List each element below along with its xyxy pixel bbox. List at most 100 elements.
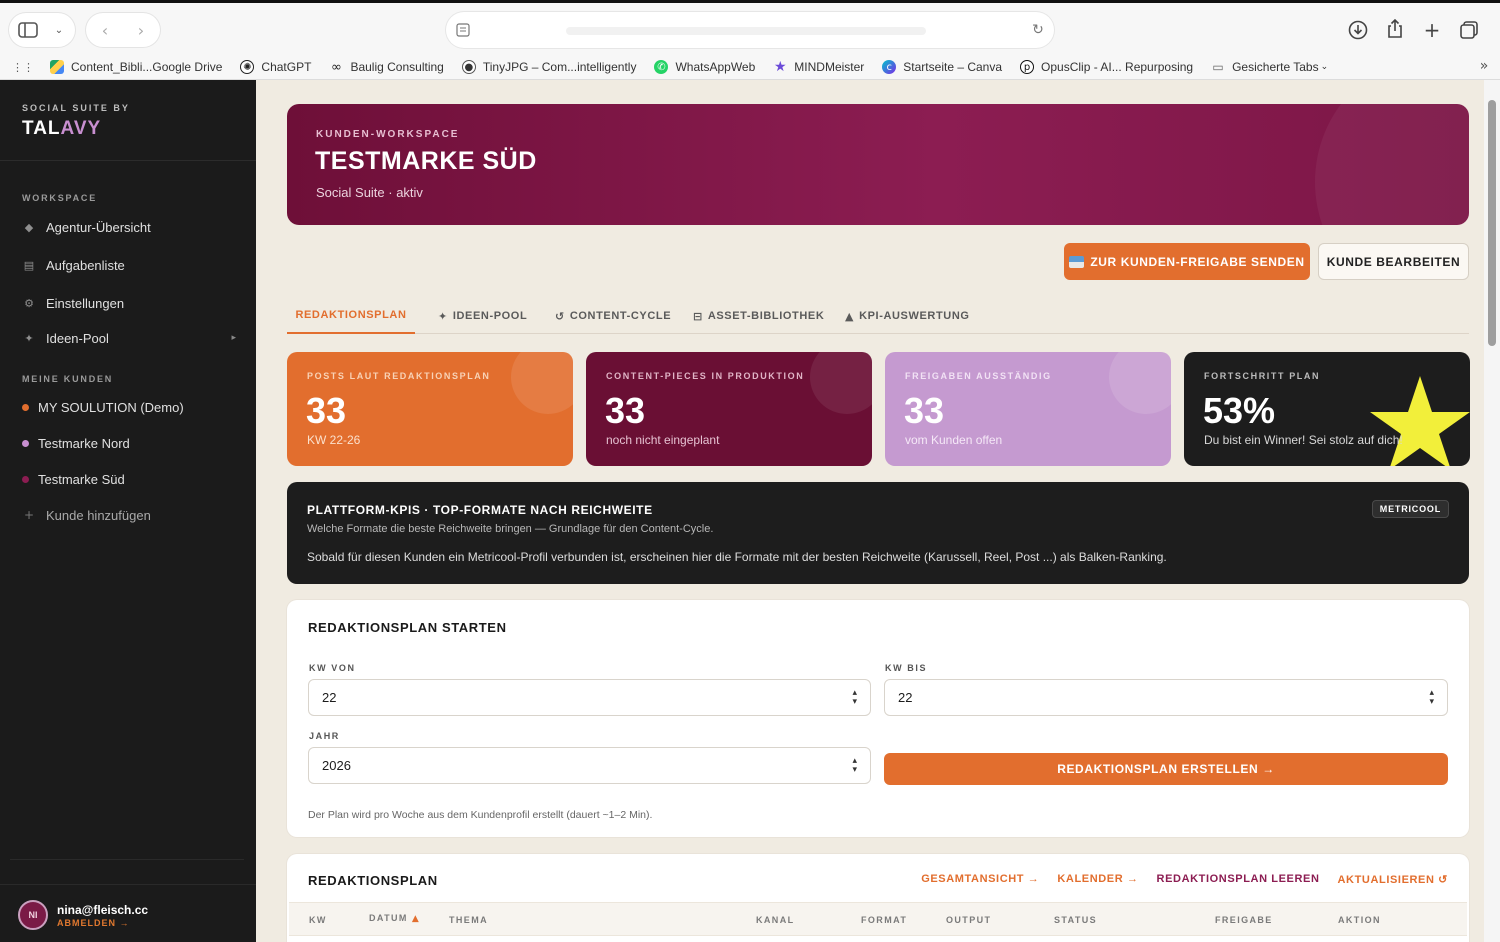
- chevron-down-icon: ⌄: [1320, 62, 1329, 72]
- apps-grid-icon[interactable]: ⋮⋮: [12, 60, 34, 74]
- column-header-approval[interactable]: FREIGABE: [1215, 915, 1273, 925]
- chatgpt-icon: ✺: [240, 60, 255, 74]
- platform-kpis-panel: PLATTFORM-KPIS · TOP-FORMATE NACH REICHW…: [287, 482, 1469, 584]
- sparkle-icon: ✦: [438, 309, 448, 323]
- clipboard-icon: ▤: [23, 258, 35, 272]
- sidebar-item-settings[interactable]: ⚙ Einstellungen: [22, 290, 236, 316]
- back-icon[interactable]: ‹: [95, 20, 115, 40]
- column-header-action[interactable]: AKTION: [1338, 915, 1381, 925]
- tab-label: REDAKTIONSPLAN: [295, 309, 407, 321]
- bookmark-canva[interactable]: c Startseite – Canva: [882, 60, 1002, 74]
- archive-icon: ⊟: [693, 309, 703, 323]
- brand-logo[interactable]: TALAVY: [22, 118, 101, 140]
- column-header-topic[interactable]: THEMA: [449, 915, 488, 925]
- add-client-button[interactable]: + Kunde hinzufügen: [22, 502, 236, 528]
- sidebar-item-client-testmarke-sued[interactable]: Testmarke Süd: [22, 466, 236, 492]
- decorative-circle: [1315, 104, 1469, 225]
- page-menu-icon[interactable]: [454, 21, 472, 39]
- sidebar-item-client-testmarke-nord[interactable]: Testmarke Nord: [22, 430, 236, 456]
- client-hero-banner: KUNDEN-WORKSPACE TESTMARKE SÜD Social Su…: [287, 104, 1469, 225]
- forward-icon[interactable]: ›: [131, 20, 151, 40]
- sidebar-item-label: Testmarke Nord: [38, 435, 130, 451]
- bookmark-label: MINDMeister: [794, 60, 865, 74]
- column-header-channel[interactable]: KANAL: [756, 915, 795, 925]
- sidebar-item-label: Ideen-Pool: [46, 330, 109, 346]
- kpi-value: 33: [306, 390, 347, 431]
- tab-label: IDEEN-POOL: [452, 310, 528, 322]
- logout-link[interactable]: ABMELDEN →: [57, 918, 130, 928]
- bookmark-label: Baulig Consulting: [350, 60, 444, 74]
- column-header-output[interactable]: OUTPUT: [946, 915, 991, 925]
- refresh-link[interactable]: AKTUALISIEREN ↺: [1338, 873, 1449, 886]
- column-header-status[interactable]: STATUS: [1054, 915, 1097, 925]
- bookmark-label: Gesicherte Tabs: [1232, 60, 1319, 74]
- overview-link[interactable]: GESAMTANSICHT →: [921, 873, 1039, 886]
- column-header-kw[interactable]: KW: [309, 915, 327, 925]
- bookmark-label: WhatsAppWeb: [675, 60, 756, 74]
- column-header-format[interactable]: FORMAT: [861, 915, 907, 925]
- decorative-circle: [1109, 352, 1171, 414]
- workspace-tabs: REDAKTIONSPLAN ✦ IDEEN-POOL ↺ CONTENT-CY…: [287, 298, 1469, 334]
- tab-content-cycle[interactable]: ↺ CONTENT-CYCLE: [555, 298, 671, 334]
- stepper-icon[interactable]: ▴ ▾: [852, 757, 857, 775]
- bookmark-tinyjpg[interactable]: ● TinyJPG – Com...intelligently: [461, 60, 637, 74]
- year-value: 2026: [322, 758, 351, 773]
- sidebar-item-client-my-soulution[interactable]: MY SOULUTION (Demo): [22, 394, 236, 420]
- tab-editorial-plan[interactable]: REDAKTIONSPLAN: [287, 298, 415, 334]
- download-icon[interactable]: [1347, 19, 1369, 41]
- google-drive-icon: [50, 60, 64, 74]
- stepper-icon[interactable]: ▴ ▾: [852, 689, 857, 707]
- brand-logo-main: TAL: [22, 118, 61, 139]
- share-icon[interactable]: [1384, 18, 1406, 40]
- sidebar-item-agency-overview[interactable]: ◆ Agentur-Übersicht: [22, 214, 236, 240]
- sidebar-item-ideas-pool[interactable]: ✦ Ideen-Pool ▸: [22, 325, 236, 351]
- stepper-icon[interactable]: ▴ ▾: [1429, 689, 1434, 707]
- kpi-label: FORTSCHRITT PLAN: [1204, 371, 1321, 381]
- bookmark-chatgpt[interactable]: ✺ ChatGPT: [240, 60, 311, 74]
- bookmark-baulig[interactable]: ∞ Baulig Consulting: [329, 59, 444, 75]
- year-label: JAHR: [309, 731, 340, 741]
- kpi-value: 33: [605, 390, 646, 431]
- url-bar[interactable]: ↻: [446, 12, 1054, 48]
- sidebar-item-task-list[interactable]: ▤ Aufgabenliste: [22, 252, 236, 278]
- tab-asset-library[interactable]: ⊟ ASSET-BIBLIOTHEK: [693, 298, 824, 334]
- send-to-client-approval-button[interactable]: ZUR KUNDEN-FREIGABE SENDEN: [1064, 243, 1310, 280]
- column-header-date[interactable]: DATUM ▲: [369, 913, 420, 924]
- card-hint-text: Der Plan wird pro Woche aus dem Kundenpr…: [308, 809, 653, 821]
- panel-title: PLATTFORM-KPIS · TOP-FORMATE NACH REICHW…: [307, 503, 653, 517]
- client-color-dot: [22, 475, 29, 483]
- scrollbar-thumb[interactable]: [1488, 100, 1496, 346]
- bookmark-whatsapp[interactable]: ✆ WhatsAppWeb: [654, 60, 755, 74]
- create-editorial-plan-button[interactable]: REDAKTIONSPLAN ERSTELLEN →: [884, 753, 1448, 785]
- clear-plan-link[interactable]: REDAKTIONSPLAN LEEREN: [1157, 873, 1320, 886]
- bookmark-mindmeister[interactable]: ★ MINDMeister: [773, 59, 865, 75]
- sidebar-toggle-icon[interactable]: [17, 20, 39, 40]
- panel-subtitle: Welche Formate die beste Reichweite brin…: [307, 523, 714, 535]
- bookmark-opusclip[interactable]: p OpusClip - AI... Repurposing: [1020, 60, 1193, 74]
- tab-label: ASSET-BIBLIOTHEK: [707, 310, 825, 322]
- hero-kicker: KUNDEN-WORKSPACE: [316, 129, 460, 140]
- page-scrollbar[interactable]: [1484, 80, 1500, 942]
- tab-overview-icon[interactable]: [1458, 19, 1480, 41]
- new-tab-icon[interactable]: +: [1421, 18, 1443, 42]
- bookmark-label: TinyJPG – Com...intelligently: [482, 60, 637, 74]
- tab-kpi-analysis[interactable]: ▲ KPI-AUSWERTUNG: [845, 298, 970, 334]
- year-input[interactable]: 2026 ▴ ▾: [308, 747, 871, 784]
- tab-ideas-pool[interactable]: ✦ IDEEN-POOL: [438, 298, 527, 334]
- bookmarks-overflow-icon[interactable]: »: [1477, 58, 1491, 74]
- kw-from-input[interactable]: 22 ▴ ▾: [308, 679, 871, 716]
- infinity-icon: ∞: [331, 59, 342, 75]
- bookmark-google-drive[interactable]: Content_Bibli...Google Drive: [50, 60, 222, 74]
- reload-icon[interactable]: ↻: [1029, 21, 1047, 39]
- avatar[interactable]: NI: [18, 900, 48, 930]
- kpi-card-in-production: CONTENT-PIECES IN PRODUKTION 33 noch nic…: [586, 352, 872, 466]
- edit-client-button[interactable]: KUNDE BEARBEITEN: [1318, 243, 1469, 280]
- calendar-link[interactable]: KALENDER →: [1057, 873, 1138, 886]
- hero-subtitle: Social Suite · aktiv: [316, 185, 423, 200]
- metricool-badge: METRICOOL: [1371, 500, 1449, 518]
- opusclip-icon: p: [1020, 60, 1035, 74]
- kw-to-input[interactable]: 22 ▴ ▾: [884, 679, 1448, 716]
- decorative-circle: [511, 352, 573, 414]
- bookmark-folder-saved-tabs[interactable]: ▭ Gesicherte Tabs ⌄: [1211, 60, 1328, 74]
- chevron-down-icon[interactable]: ⌄: [50, 22, 68, 38]
